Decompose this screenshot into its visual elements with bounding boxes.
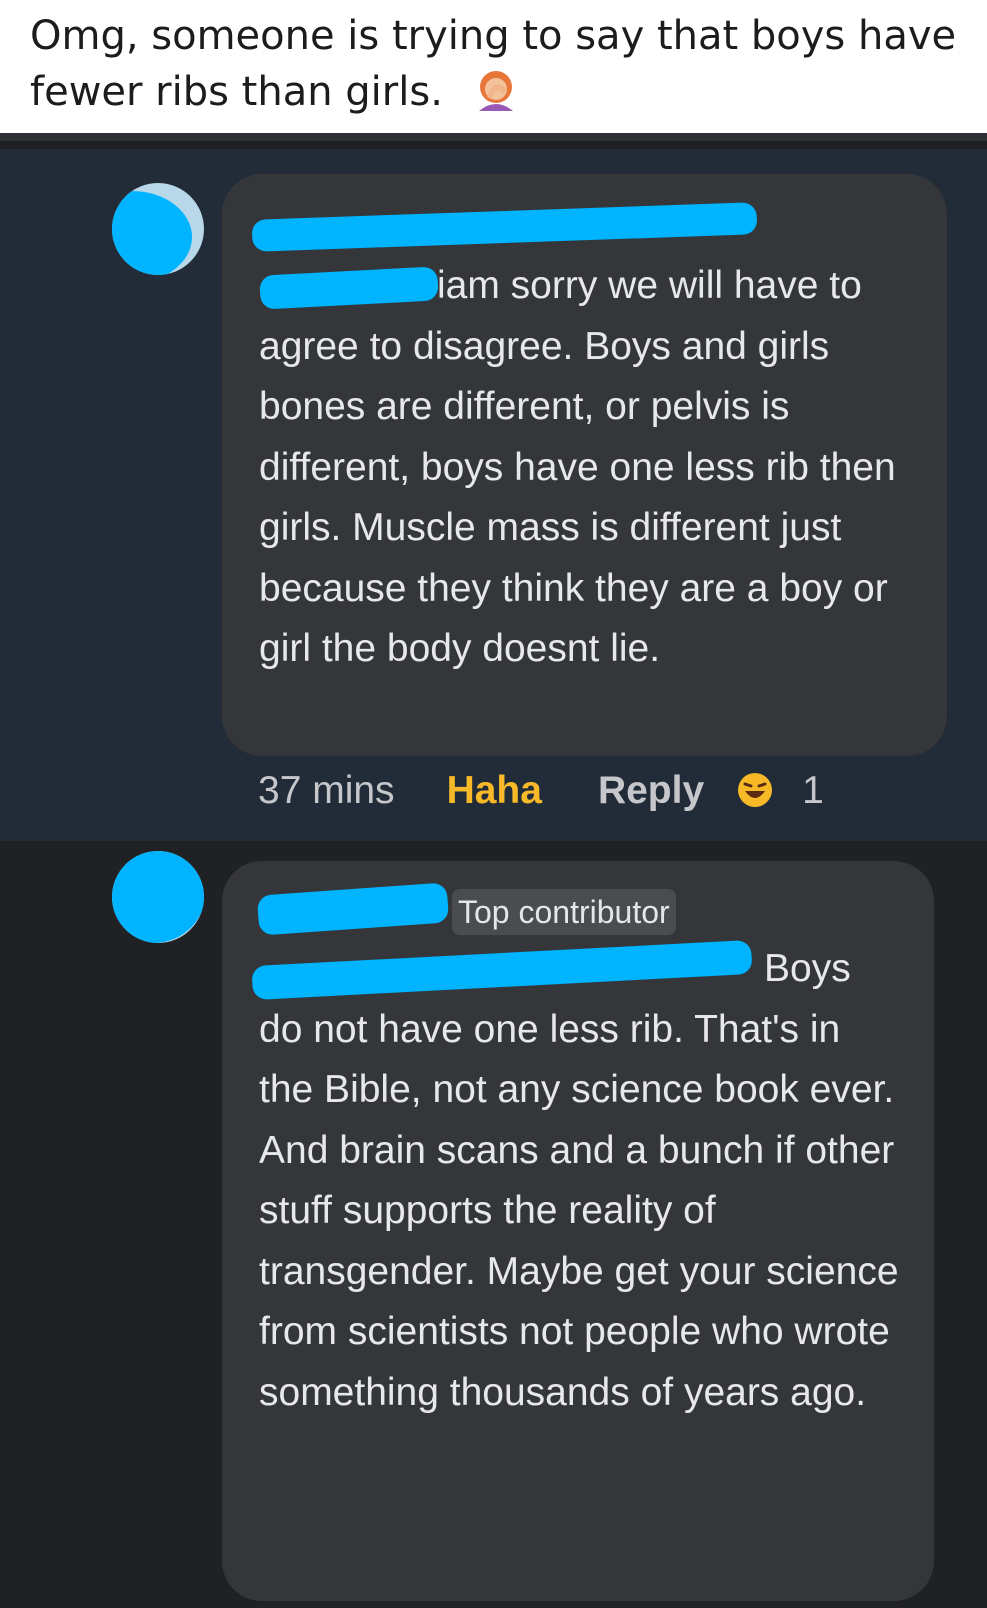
comment-actions: 37 mins Haha Reply 1 — [258, 769, 824, 813]
top-contributor-badge: Top contributor — [452, 889, 676, 935]
facepalm-emoji-icon — [473, 67, 519, 113]
commenter-avatar[interactable] — [112, 183, 204, 275]
comment-bubble: iam sorry we will have to agree to disag… — [222, 174, 947, 756]
post-caption: Omg, someone is trying to say that boys … — [30, 8, 960, 120]
redacted-commenter-name — [256, 882, 450, 936]
reply-button[interactable]: Reply — [598, 769, 704, 812]
comment-time[interactable]: 37 mins — [258, 769, 395, 812]
commenter-avatar[interactable] — [112, 851, 204, 943]
comment-bubble: Boys do not have one less rib. That's in… — [222, 861, 934, 1601]
comment-text: iam sorry we will have to agree to disag… — [259, 264, 896, 670]
haha-emoji-icon[interactable] — [736, 771, 774, 809]
redacted-commenter-name — [251, 202, 758, 252]
comment-text: Boys do not have one less rib. That's in… — [259, 947, 899, 1414]
comments-screenshot: iam sorry we will have to agree to disag… — [0, 133, 987, 1608]
reaction-count: 1 — [802, 769, 824, 812]
reaction-button[interactable]: Haha — [447, 769, 542, 812]
